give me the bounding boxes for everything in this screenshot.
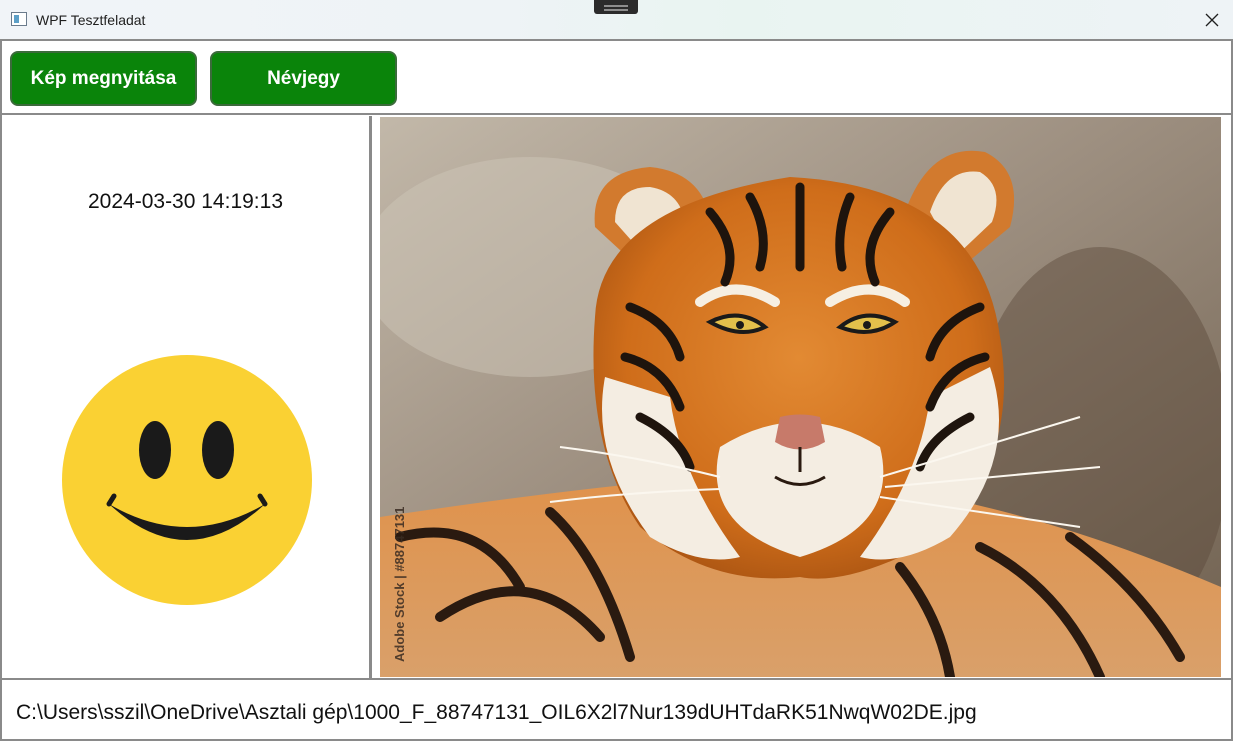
title-bar: WPF Tesztfeladat — [0, 0, 1233, 40]
window-title: WPF Tesztfeladat — [36, 12, 146, 28]
smiley-icon — [62, 355, 312, 605]
snap-grip-handle[interactable] — [594, 0, 638, 14]
datetime-label: 2024-03-30 14:19:13 — [88, 190, 283, 213]
status-bar: C:\Users\sszil\OneDrive\Asztali gép\1000… — [2, 680, 1231, 739]
file-path-label: C:\Users\sszil\OneDrive\Asztali gép\1000… — [16, 701, 977, 724]
image-panel: Adobe Stock | #88747131 — [372, 116, 1231, 678]
close-icon — [1205, 13, 1218, 27]
tiger-photo: Adobe Stock | #88747131 — [380, 117, 1221, 677]
close-button[interactable] — [1190, 0, 1233, 40]
watermark-text: Adobe Stock | #88747131 — [392, 507, 407, 662]
divider — [2, 113, 1231, 115]
about-button[interactable]: Névjegy — [210, 51, 397, 106]
app-icon — [11, 12, 27, 26]
toolbar: Kép megnyitása Névjegy — [2, 41, 1231, 113]
open-image-button[interactable]: Kép megnyitása — [10, 51, 197, 106]
left-panel: 2024-03-30 14:19:13 — [2, 116, 369, 678]
